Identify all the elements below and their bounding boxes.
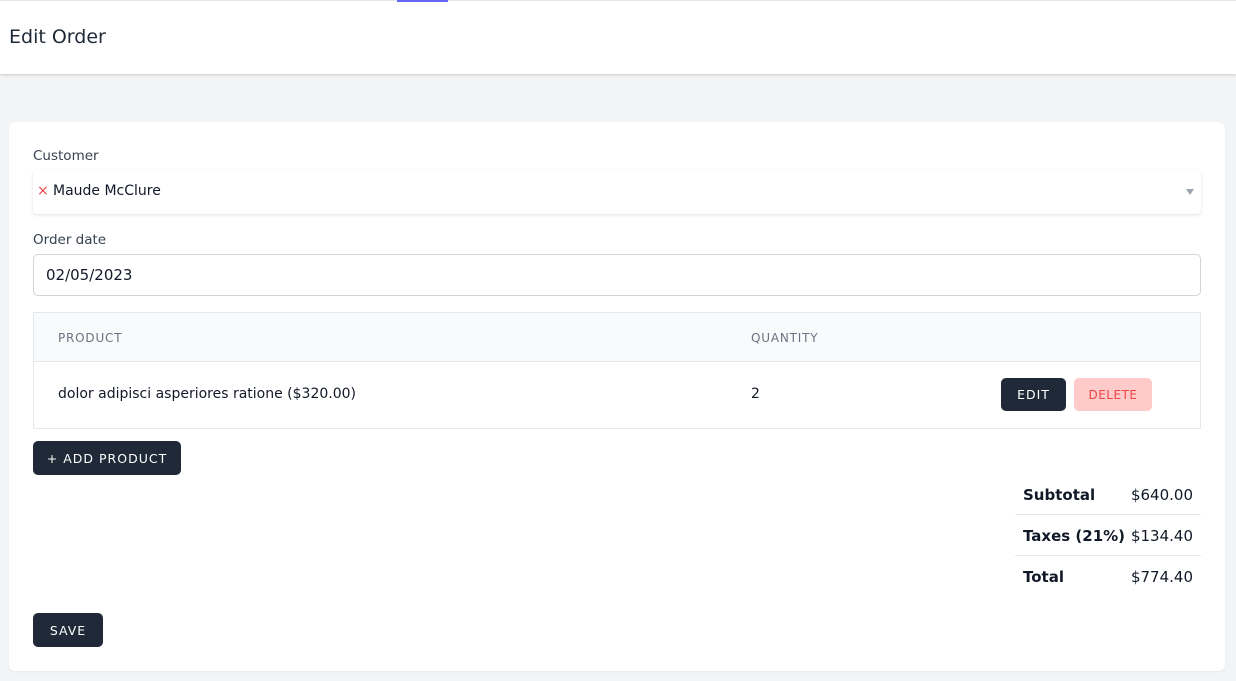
column-header-product: Product xyxy=(58,331,123,345)
edit-button[interactable]: Edit xyxy=(1001,378,1066,411)
column-header-quantity: Quantity xyxy=(751,331,819,345)
order-date-label: Order date xyxy=(33,232,107,248)
total-value: $774.40 xyxy=(1130,568,1193,586)
subtotal-label: Subtotal xyxy=(1023,486,1096,504)
order-form-card: Customer × Maude McClure Order date Prod… xyxy=(9,122,1225,671)
table-header: Product Quantity xyxy=(34,313,1200,362)
totals-table: Subtotal $640.00 Taxes (21%) $134.40 Tot… xyxy=(1015,474,1201,597)
taxes-row: Taxes (21%) $134.40 xyxy=(1015,515,1201,556)
products-table: Product Quantity dolor adipisci asperior… xyxy=(33,312,1201,429)
subtotal-row: Subtotal $640.00 xyxy=(1015,474,1201,515)
customer-select[interactable]: × Maude McClure xyxy=(33,170,1201,214)
page-header: Edit Order xyxy=(0,0,1236,74)
table-row: dolor adipisci asperiores ratione ($320.… xyxy=(34,362,1200,429)
quantity-cell: 2 xyxy=(751,386,760,402)
total-label: Total xyxy=(1023,568,1064,586)
save-button[interactable]: Save xyxy=(33,613,103,647)
customer-selected-value: Maude McClure xyxy=(53,183,161,199)
header-accent-bar xyxy=(397,0,448,2)
delete-button[interactable]: Delete xyxy=(1074,378,1152,411)
chevron-down-icon[interactable] xyxy=(1186,189,1194,195)
order-date-input[interactable] xyxy=(33,254,1201,296)
customer-label: Customer xyxy=(33,148,99,164)
close-icon[interactable]: × xyxy=(37,183,49,199)
taxes-label: Taxes (21%) xyxy=(1023,527,1126,545)
total-row: Total $774.40 xyxy=(1015,556,1201,597)
taxes-value: $134.40 xyxy=(1130,527,1193,545)
subtotal-value: $640.00 xyxy=(1130,486,1193,504)
add-product-button[interactable]: + Add Product xyxy=(33,441,181,475)
page-title: Edit Order xyxy=(9,26,106,48)
product-cell: dolor adipisci asperiores ratione ($320.… xyxy=(58,386,356,402)
